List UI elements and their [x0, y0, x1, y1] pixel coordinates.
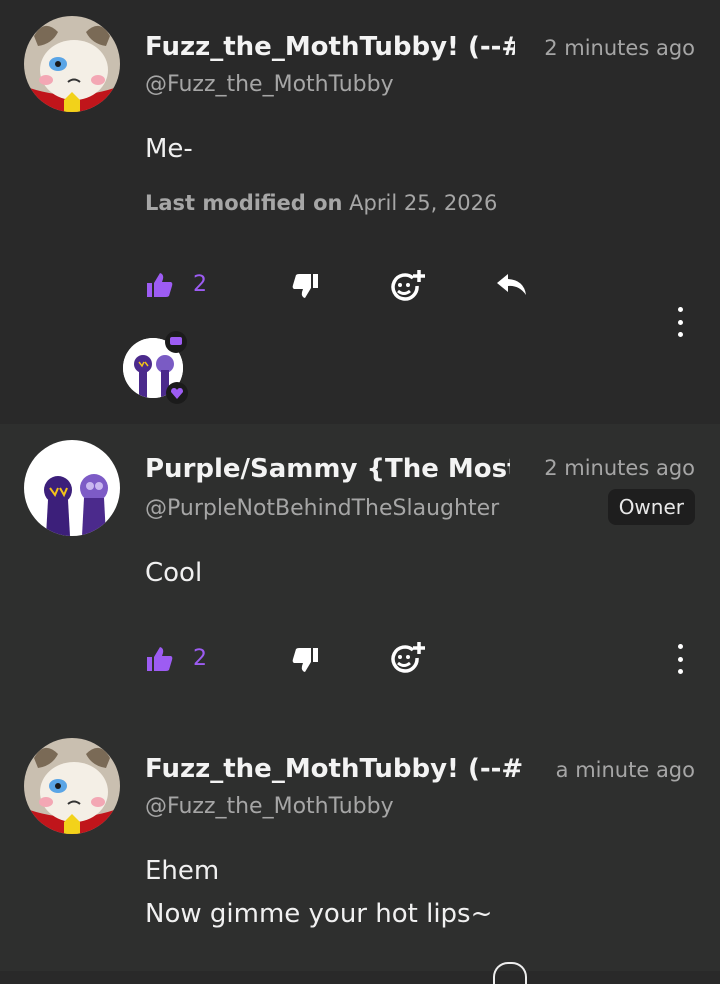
last-modified-label: Last modified on	[145, 191, 343, 215]
like-count: 2	[193, 646, 207, 671]
more-options-dot	[677, 319, 683, 325]
dislike-button[interactable]	[292, 274, 318, 298]
add-emoji-icon	[391, 642, 425, 673]
comment-timestamp: 2 minutes ago	[538, 36, 695, 60]
like-button[interactable]: 2	[147, 646, 207, 671]
more-options-dot	[677, 656, 683, 662]
comment-timestamp: 2 minutes ago	[538, 456, 695, 480]
speech-bubble-icon	[170, 337, 182, 345]
thumbs-down-icon	[292, 648, 318, 672]
comment-body-line: Me-	[145, 134, 193, 164]
add-reaction-button[interactable]	[391, 270, 425, 302]
add-reaction-button[interactable]	[391, 642, 425, 674]
like-count: 2	[193, 272, 207, 297]
comment-timestamp: a minute ago	[549, 758, 695, 782]
comment-item: Purple/Sammy {The Most 2 minutes ago @Pu…	[0, 424, 720, 724]
comment-item: Fuzz_the_MothTubby! (--# a minute ago @F…	[0, 724, 720, 984]
dislike-button[interactable]	[292, 648, 318, 672]
purple-characters-avatar-icon[interactable]	[24, 440, 120, 536]
comment-body-line: Cool	[145, 558, 203, 588]
moth-character-avatar-icon[interactable]	[24, 738, 120, 834]
thumbs-up-icon	[147, 646, 173, 671]
last-modified-note: Last modified on April 25, 2026	[145, 191, 497, 215]
thumbs-up-icon	[147, 272, 173, 297]
heart-reaction-badge	[166, 382, 188, 404]
add-emoji-icon	[391, 270, 425, 301]
more-options-button[interactable]	[672, 307, 688, 337]
comment-author-handle[interactable]: @Fuzz_the_MothTubby	[145, 794, 394, 819]
last-modified-date: April 25, 2026	[349, 191, 498, 215]
reply-arrow-icon	[497, 274, 526, 295]
more-options-dot	[677, 669, 683, 674]
comment-author-name[interactable]: Fuzz_the_MothTubby! (--#	[145, 754, 530, 784]
comment-body-line: Ehem	[145, 856, 220, 886]
more-options-dot	[677, 307, 683, 312]
comment-body-line: Now gimme your hot lips~	[145, 899, 493, 929]
comment-body: Ehem Now gimme your hot lips~	[145, 850, 492, 936]
more-options-dot	[677, 644, 683, 649]
comment-author-handle[interactable]: @Fuzz_the_MothTubby	[145, 72, 394, 97]
partial-icon	[493, 962, 527, 984]
comment-reaction-badge	[165, 331, 187, 353]
comment-item: Fuzz_the_MothTubby! (--# 2 minutes ago @…	[0, 0, 720, 424]
moth-character-avatar-icon[interactable]	[24, 16, 120, 112]
heart-icon	[171, 387, 183, 399]
comment-author-name[interactable]: Purple/Sammy {The Most	[145, 454, 510, 484]
owner-badge: Owner	[607, 489, 695, 525]
comment-author-name[interactable]: Fuzz_the_MothTubby! (--#	[145, 32, 515, 62]
comment-body: Me-	[145, 128, 193, 171]
thumbs-down-icon	[292, 274, 318, 298]
like-button[interactable]: 2	[147, 272, 207, 297]
more-options-button[interactable]	[672, 644, 688, 674]
more-options-dot	[677, 332, 683, 337]
comment-author-handle[interactable]: @PurpleNotBehindTheSlaughter	[145, 496, 525, 521]
reply-button[interactable]	[497, 274, 527, 296]
comment-body: Cool	[145, 552, 202, 595]
